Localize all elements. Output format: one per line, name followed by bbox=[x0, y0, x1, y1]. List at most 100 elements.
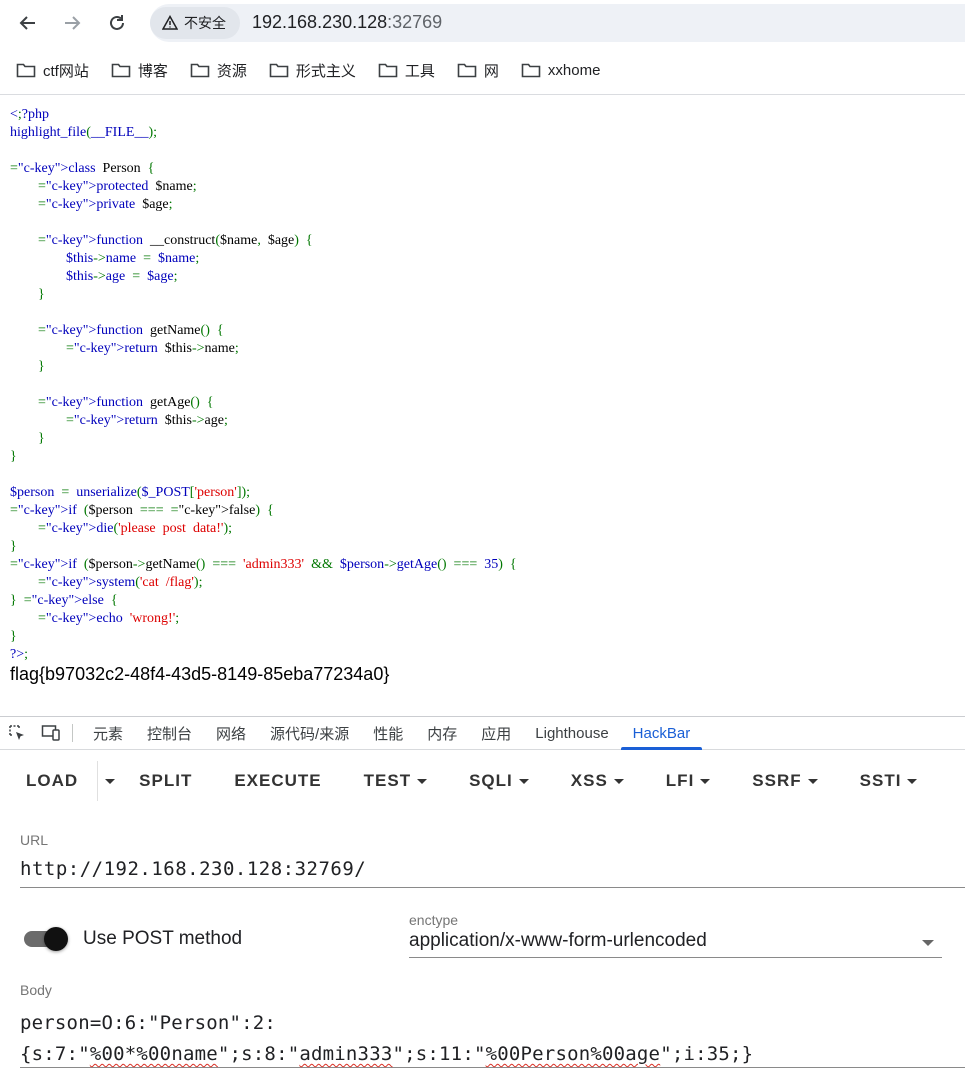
execute-button[interactable]: EXECUTE bbox=[234, 761, 321, 801]
xss-label: XSS bbox=[570, 771, 608, 790]
reload-button[interactable] bbox=[103, 9, 131, 37]
browser-toolbar: 不安全 192.168.230.128:32769 bbox=[0, 0, 965, 46]
bookmark-label: 博客 bbox=[137, 62, 168, 80]
folder-icon bbox=[111, 63, 131, 78]
bookmarks-bar: ctf网站 博客 资源 形式主义 工具 网 xxhome bbox=[0, 52, 965, 88]
xss-menu-button[interactable]: XSS bbox=[571, 761, 624, 801]
code-line: ="c-key">private $age; bbox=[38, 197, 173, 212]
body-segment: ";i:35;} bbox=[660, 1043, 754, 1065]
body-segment: ";s:8:" bbox=[217, 1043, 300, 1065]
bookmark-folder[interactable]: ctf网站 bbox=[16, 60, 89, 81]
enctype-label: enctype bbox=[409, 912, 459, 928]
code-line: <;?php bbox=[10, 107, 50, 122]
sqli-menu-button[interactable]: SQLI bbox=[469, 761, 529, 801]
dropdown-arrow-icon bbox=[922, 940, 934, 946]
ssrf-label: SSRF bbox=[752, 771, 802, 790]
bookmark-label: 资源 bbox=[216, 62, 247, 80]
bookmark-folder[interactable]: 形式主义 bbox=[269, 60, 356, 81]
tab-memory[interactable]: 内存 bbox=[415, 717, 469, 749]
caret-down-icon bbox=[518, 778, 529, 784]
code-line: } bbox=[10, 629, 17, 644]
url-text[interactable]: 192.168.230.128:32769 bbox=[252, 12, 442, 33]
url-field-label: URL bbox=[20, 832, 49, 848]
code-line: } bbox=[38, 431, 45, 446]
test-menu-button[interactable]: TEST bbox=[363, 761, 428, 801]
tab-network[interactable]: 网络 bbox=[204, 717, 258, 749]
body-line-2: {s:7:"%00*%00name";s:8:"admin333";s:11:"… bbox=[20, 1043, 753, 1065]
code-line: ?>; bbox=[10, 647, 28, 662]
code-line: ="c-key">function getName() { bbox=[38, 323, 224, 338]
back-button[interactable] bbox=[14, 9, 42, 37]
tab-lighthouse[interactable]: Lighthouse bbox=[523, 717, 620, 749]
bookmark-folder[interactable]: 博客 bbox=[111, 60, 168, 81]
ssti-menu-button[interactable]: SSTI bbox=[860, 761, 918, 801]
reload-icon bbox=[110, 15, 124, 30]
tab-hackbar[interactable]: HackBar bbox=[620, 717, 703, 750]
tab-sources[interactable]: 源代码/来源 bbox=[258, 717, 361, 749]
arrow-right-icon bbox=[65, 16, 81, 30]
load-dropdown-button[interactable] bbox=[105, 761, 116, 801]
enctype-value: application/x-www-form-urlencoded bbox=[409, 930, 707, 951]
body-segment: ";s:11:" bbox=[392, 1043, 486, 1065]
bookmark-label: 形式主义 bbox=[295, 62, 356, 80]
code-line: highlight_file(__FILE__); bbox=[10, 125, 158, 140]
sqli-label: SQLI bbox=[469, 771, 513, 790]
bookmark-folder[interactable]: 资源 bbox=[190, 60, 247, 81]
bookmark-label: ctf网站 bbox=[43, 62, 89, 80]
arrow-left-icon bbox=[19, 16, 35, 30]
ssrf-menu-button[interactable]: SSRF bbox=[752, 761, 818, 801]
body-textarea[interactable]: person=O:6:"Person":2: {s:7:"%00*%00name… bbox=[20, 1008, 965, 1068]
code-line: $this->name = $name; bbox=[10, 251, 200, 266]
tab-application[interactable]: 应用 bbox=[469, 717, 523, 749]
split-button[interactable]: SPLIT bbox=[139, 761, 192, 801]
code-line: ="c-key">protected $name; bbox=[38, 179, 197, 194]
caret-down-icon bbox=[417, 778, 428, 784]
tab-console[interactable]: 控制台 bbox=[135, 717, 204, 749]
code-line: ="c-key">if ($person->getName() === 'adm… bbox=[10, 557, 517, 572]
bookmark-folder[interactable]: xxhome bbox=[521, 62, 600, 79]
folder-icon bbox=[521, 63, 541, 78]
bookmark-folder[interactable]: 工具 bbox=[378, 60, 435, 81]
device-toolbar-button[interactable] bbox=[34, 717, 68, 749]
security-label: 不安全 bbox=[184, 16, 226, 32]
ssti-label: SSTI bbox=[859, 771, 902, 790]
inspect-icon bbox=[9, 725, 24, 740]
address-bar[interactable]: 不安全 192.168.230.128:32769 bbox=[150, 4, 965, 42]
inspect-element-button[interactable] bbox=[0, 717, 34, 749]
folder-icon bbox=[269, 63, 289, 78]
post-method-label: Use POST method bbox=[83, 928, 243, 949]
code-line: ="c-key">return $this->age; bbox=[66, 413, 228, 428]
lfi-menu-button[interactable]: LFI bbox=[666, 761, 711, 801]
warning-icon bbox=[162, 15, 178, 30]
url-port: :32769 bbox=[387, 12, 443, 32]
caret-down-icon bbox=[907, 778, 918, 784]
code-line: ="c-key">class Person { bbox=[10, 161, 155, 176]
url-input[interactable]: http://192.168.230.128:32769/ bbox=[20, 856, 965, 888]
tab-performance[interactable]: 性能 bbox=[361, 717, 415, 749]
post-method-toggle[interactable] bbox=[22, 925, 72, 953]
split-label: SPLIT bbox=[139, 771, 193, 790]
bookmark-folder[interactable]: 网 bbox=[457, 60, 499, 81]
folder-icon bbox=[190, 63, 210, 78]
code-line: ="c-key">die('please post data!'); bbox=[38, 521, 233, 536]
security-chip[interactable]: 不安全 bbox=[150, 7, 240, 39]
php-source-code: <;?php highlight_file(__FILE__); ="c-key">… bbox=[10, 106, 950, 664]
load-button[interactable]: LOAD bbox=[26, 761, 78, 801]
code-line: ="c-key">function getAge() { bbox=[38, 395, 214, 410]
forward-button[interactable] bbox=[58, 9, 86, 37]
toolbar-divider bbox=[0, 94, 965, 95]
load-label: LOAD bbox=[26, 771, 79, 790]
code-line: ="c-key">if ($person === ="c-key">false)… bbox=[10, 503, 274, 518]
execute-label: EXECUTE bbox=[234, 771, 322, 790]
code-line: $person = unserialize($_POST['person']); bbox=[10, 485, 251, 500]
caret-down-icon bbox=[807, 778, 818, 784]
tab-elements[interactable]: 元素 bbox=[81, 717, 135, 749]
enctype-select[interactable]: application/x-www-form-urlencoded bbox=[409, 930, 942, 958]
code-line: } bbox=[38, 287, 45, 302]
device-icon bbox=[41, 725, 60, 741]
test-label: TEST bbox=[363, 771, 412, 790]
